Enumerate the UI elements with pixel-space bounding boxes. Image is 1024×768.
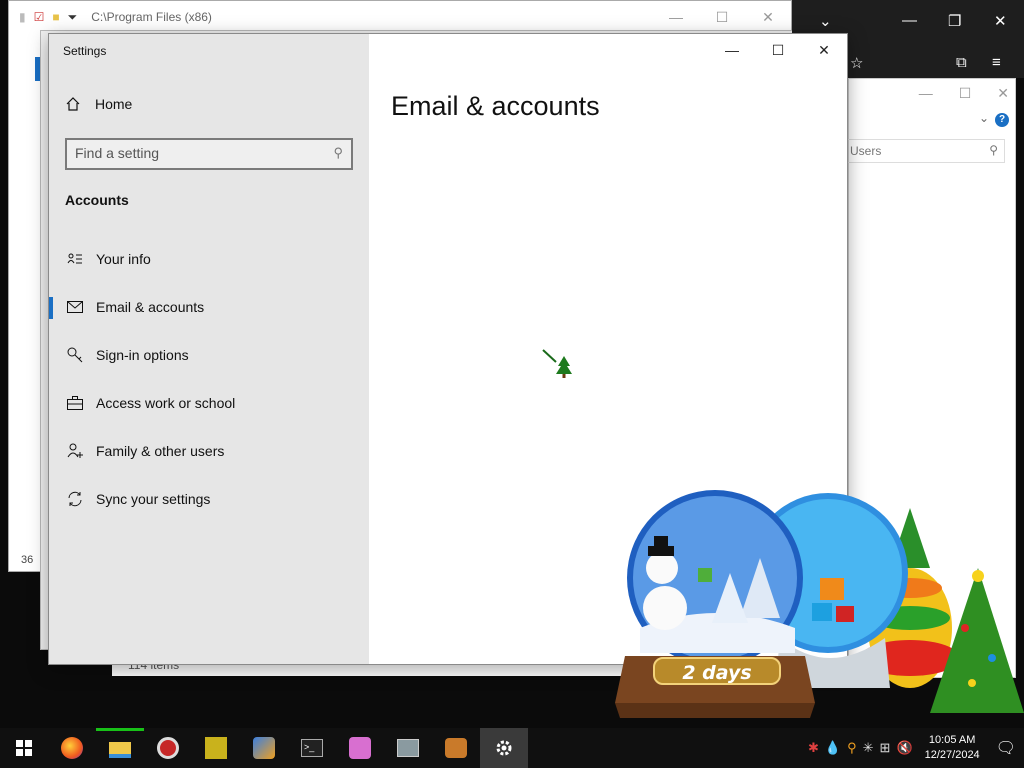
close-button[interactable]: ✕ — [994, 12, 1007, 30]
taskbar-settings[interactable] — [480, 728, 528, 768]
minimize-button[interactable]: — — [902, 12, 917, 29]
close-button[interactable]: ✕ — [801, 34, 847, 66]
droplet-icon[interactable]: 💧 — [825, 740, 841, 756]
nav-label: Family & other users — [96, 443, 225, 459]
nav-access-work-school[interactable]: Access work or school — [49, 383, 369, 423]
extensions-icon[interactable]: ⧉ — [956, 54, 967, 71]
search-placeholder: Find a setting — [75, 145, 160, 161]
nav-sync-settings[interactable]: Sync your settings — [49, 479, 369, 519]
item-count: 36 — [21, 554, 34, 566]
chevron-down-icon[interactable]: ⌄ — [819, 12, 832, 30]
settings-sidebar: Settings Home Find a setting ⚲ Accounts … — [49, 34, 369, 664]
nav-email-accounts[interactable]: Email & accounts — [49, 287, 369, 327]
file-explorer-icon — [109, 741, 131, 758]
countdown-label: 2 days — [653, 657, 781, 685]
person-card-icon — [63, 253, 87, 265]
mail-icon — [63, 301, 87, 313]
app-gray-icon — [397, 739, 419, 757]
maximize-button[interactable]: ☐ — [959, 85, 972, 102]
checklist-icon[interactable]: ☑ — [34, 10, 45, 24]
page-title: Email & accounts — [391, 91, 600, 121]
dropdown-icon[interactable]: ⏷ — [68, 10, 78, 25]
settings-window-controls: — ☐ ✕ — [709, 34, 847, 66]
nav-label: Your info — [96, 251, 151, 267]
key-icon — [63, 347, 87, 363]
taskbar-app-yellow[interactable] — [192, 728, 240, 768]
taskbar-app-cat[interactable] — [432, 728, 480, 768]
app-red-icon — [157, 737, 179, 759]
asterisk-icon[interactable]: ✳ — [863, 740, 874, 756]
terminal-icon: >_ — [301, 739, 323, 757]
explorer-titlebar: ▮ ☑ ■ ⏷ C:\Program Files (x86) — ☐ ✕ — [9, 1, 791, 33]
home-nav[interactable]: Home — [65, 96, 132, 112]
volume-muted-icon[interactable]: 🔇 — [896, 740, 912, 756]
app-blue-icon — [253, 737, 275, 759]
explorer-path: C:\Program Files (x86) — [91, 10, 212, 24]
file-icon: ▮ — [19, 10, 26, 24]
start-button[interactable] — [0, 728, 48, 768]
chevron-down-icon[interactable]: ⌄ — [979, 111, 989, 125]
star-icon[interactable]: ☆ — [850, 54, 863, 72]
snow-globe-decoration — [600, 478, 1024, 733]
taskbar-firefox[interactable] — [48, 728, 96, 768]
restore-button[interactable]: ❐ — [948, 12, 961, 30]
taskbar-app-red[interactable] — [144, 728, 192, 768]
settings-icon — [496, 740, 512, 756]
tree-cursor-icon — [542, 348, 576, 387]
person-add-icon — [63, 443, 87, 459]
clock[interactable]: 10:05 AM 12/27/2024 — [925, 733, 980, 763]
notification-icon[interactable]: 🗨 — [996, 738, 1016, 758]
taskbar-terminal[interactable]: >_ — [288, 728, 336, 768]
nav-family-other-users[interactable]: Family & other users — [49, 431, 369, 471]
right-window-controls: — ☐ ✕ — [849, 79, 1015, 107]
maximize-button[interactable]: ☐ — [755, 34, 801, 66]
firefox-icon — [61, 737, 83, 759]
taskbar-file-explorer[interactable] — [96, 728, 144, 768]
search-tray-icon[interactable]: ⚲ — [847, 740, 857, 756]
taskbar-app-pink[interactable] — [336, 728, 384, 768]
clock-date: 12/27/2024 — [924, 749, 980, 761]
sync-icon — [63, 491, 87, 507]
nav-label: Sign-in options — [96, 347, 189, 363]
section-title: Accounts — [65, 192, 129, 208]
app-cat-icon — [445, 738, 467, 758]
taskbar-app-blue[interactable] — [240, 728, 288, 768]
taskbar: >_ ✱ 💧 ⚲ ✳ ⊞ 🔇 10:05 AM 12/27/2024 🗨 — [0, 728, 1024, 768]
right-search-field[interactable]: Users ⚲ — [847, 139, 1005, 163]
app-title: Settings — [63, 44, 107, 58]
minimize-button[interactable]: — — [653, 9, 699, 26]
search-text: Users — [850, 144, 882, 158]
nav-label: Sync your settings — [96, 491, 211, 507]
windows-logo-icon — [16, 740, 32, 756]
close-button[interactable]: ✕ — [997, 85, 1009, 102]
network-icon[interactable]: ⊞ — [880, 740, 891, 756]
maximize-button[interactable]: ☐ — [699, 9, 745, 26]
taskbar-app-gray[interactable] — [384, 728, 432, 768]
help-icon[interactable]: ? — [995, 113, 1009, 127]
home-icon — [66, 97, 80, 111]
explorer-window-controls: — ☐ ✕ — [653, 9, 791, 26]
tray-app-icon[interactable]: ✱ — [808, 740, 819, 756]
app-pink-icon — [349, 737, 371, 759]
search-icon: ⚲ — [333, 145, 343, 160]
close-button[interactable]: ✕ — [745, 9, 791, 26]
find-setting-input[interactable]: Find a setting ⚲ — [65, 138, 353, 170]
clock-time: 10:05 AM — [928, 734, 976, 746]
system-tray: ✱ 💧 ⚲ ✳ ⊞ 🔇 10:05 AM 12/27/2024 🗨 — [808, 728, 1024, 768]
minimize-button[interactable]: — — [919, 85, 933, 101]
app-yellow-icon — [205, 737, 227, 759]
search-icon: ⚲ — [989, 143, 998, 157]
minimize-button[interactable]: — — [709, 34, 755, 66]
menu-icon[interactable]: ≡ — [992, 54, 1001, 71]
nav-label: Email & accounts — [96, 299, 205, 315]
nav-sign-in-options[interactable]: Sign-in options — [49, 335, 369, 375]
nav-label: Access work or school — [96, 395, 236, 411]
briefcase-icon — [63, 396, 87, 410]
nav-your-info[interactable]: Your info — [49, 239, 369, 279]
folder-icon[interactable]: ■ — [52, 10, 59, 24]
home-label: Home — [95, 96, 133, 112]
